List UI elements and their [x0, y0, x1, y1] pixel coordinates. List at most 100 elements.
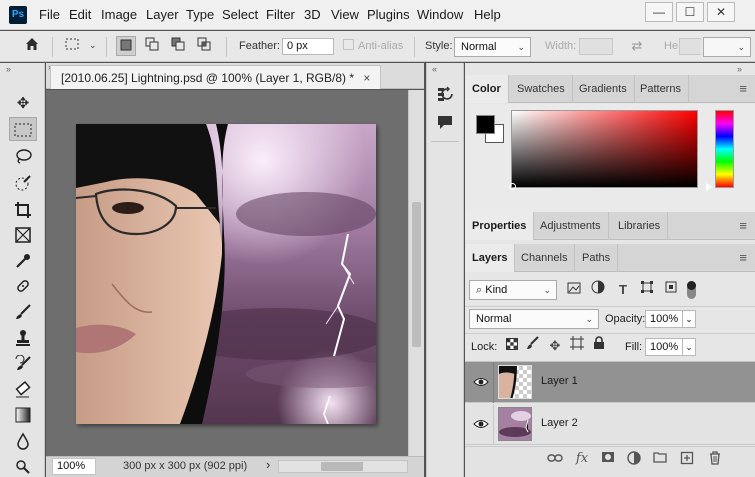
- scrollbar-thumb[interactable]: [412, 202, 421, 347]
- menu-file[interactable]: File: [39, 0, 60, 30]
- style-select[interactable]: Normal ⌄: [454, 37, 531, 57]
- tab-color[interactable]: Color: [465, 75, 509, 103]
- crop-tool-icon[interactable]: [9, 198, 37, 222]
- eraser-tool-icon[interactable]: [9, 378, 37, 402]
- layer-row[interactable]: Layer 1: [465, 362, 755, 403]
- blend-mode-select[interactable]: Normal ⌄: [469, 309, 599, 329]
- expand-panel-icon[interactable]: »: [6, 64, 11, 74]
- intersect-selection-button[interactable]: [194, 36, 214, 56]
- menu-window[interactable]: Window: [417, 0, 463, 30]
- history-panel-icon[interactable]: [435, 85, 455, 105]
- new-layer-icon[interactable]: [677, 451, 697, 468]
- adjustment-layer-filter-icon[interactable]: [588, 280, 608, 300]
- lock-image-pixels-icon[interactable]: [523, 336, 543, 356]
- chevron-down-icon[interactable]: ⌄: [89, 40, 97, 51]
- menu-edit[interactable]: Edit: [69, 0, 91, 30]
- move-tool-icon[interactable]: ✥: [9, 92, 37, 116]
- document-tab[interactable]: [2010.06.25] Lightning.psd @ 100% (Layer…: [50, 65, 382, 89]
- marquee-preset-icon[interactable]: [62, 36, 82, 56]
- delete-layer-trash-icon[interactable]: [705, 451, 725, 468]
- tab-libraries[interactable]: Libraries: [611, 212, 669, 240]
- hue-slider-handle[interactable]: [706, 183, 712, 191]
- tab-layers[interactable]: Layers: [465, 244, 516, 272]
- info-menu-arrow[interactable]: ›: [266, 457, 270, 472]
- blur-tool-icon[interactable]: [9, 429, 37, 453]
- chevron-down-icon[interactable]: ⌄: [682, 310, 696, 328]
- tab-patterns[interactable]: Patterns: [633, 75, 689, 103]
- menu-plugins[interactable]: Plugins: [367, 0, 410, 30]
- menu-select[interactable]: Select: [222, 0, 258, 30]
- lock-artboard-icon[interactable]: [567, 336, 587, 356]
- panel-menu-icon[interactable]: ≡: [739, 75, 747, 103]
- new-group-folder-icon[interactable]: [650, 451, 670, 466]
- healing-brush-tool-icon[interactable]: [9, 274, 37, 298]
- close-window-button[interactable]: ✕: [707, 2, 735, 22]
- add-selection-button[interactable]: [142, 36, 162, 56]
- lasso-tool-icon[interactable]: [9, 144, 37, 168]
- frame-tool-icon[interactable]: [9, 223, 37, 247]
- layer-thumbnail[interactable]: [498, 407, 532, 441]
- panel-menu-icon[interactable]: ≡: [739, 244, 747, 272]
- quick-selection-tool-icon[interactable]: [9, 171, 37, 195]
- menu-view[interactable]: View: [331, 0, 359, 30]
- color-field[interactable]: [509, 110, 698, 190]
- scrollbar-thumb[interactable]: [321, 462, 363, 471]
- eyedropper-tool-icon[interactable]: [9, 249, 37, 273]
- subtract-selection-button[interactable]: [168, 36, 188, 56]
- height-input[interactable]: [679, 38, 701, 55]
- layer-thumbnail[interactable]: [498, 365, 532, 399]
- feather-input[interactable]: 0 px: [282, 38, 334, 55]
- swap-width-height-icon[interactable]: ⇄: [627, 36, 647, 56]
- chevron-down-icon[interactable]: ⌄: [682, 338, 696, 356]
- shape-layer-filter-icon[interactable]: [637, 280, 657, 300]
- tab-adjustments[interactable]: Adjustments: [533, 212, 609, 240]
- close-tab-icon[interactable]: ×: [363, 71, 370, 85]
- menu-type[interactable]: Type: [186, 0, 214, 30]
- visibility-eye-icon[interactable]: [473, 418, 489, 433]
- comments-panel-icon[interactable]: [435, 113, 455, 133]
- menu-3d[interactable]: 3D: [304, 0, 321, 30]
- menu-image[interactable]: Image: [101, 0, 137, 30]
- zoom-input[interactable]: 100%: [52, 458, 96, 475]
- layer-row[interactable]: Layer 2: [465, 404, 755, 445]
- smart-object-filter-icon[interactable]: [661, 280, 681, 300]
- dodge-tool-icon[interactable]: [9, 455, 37, 477]
- select-and-mask-button[interactable]: ⌄: [703, 37, 751, 57]
- tab-paths[interactable]: Paths: [575, 244, 619, 272]
- foreground-color-swatch[interactable]: [476, 115, 495, 134]
- antialias-checkbox[interactable]: [343, 39, 354, 50]
- history-brush-tool-icon[interactable]: [9, 352, 37, 376]
- panel-menu-icon[interactable]: ≡: [739, 212, 747, 240]
- add-mask-icon[interactable]: [598, 451, 618, 466]
- minimize-button[interactable]: —: [645, 2, 673, 22]
- layer-style-fx-icon[interactable]: fx: [572, 451, 592, 466]
- visibility-eye-icon[interactable]: [473, 376, 489, 391]
- home-icon[interactable]: [22, 36, 42, 56]
- hue-slider[interactable]: [715, 110, 734, 188]
- fill-input[interactable]: 100%: [645, 338, 683, 356]
- tab-channels[interactable]: Channels: [514, 244, 576, 272]
- pixel-layer-filter-icon[interactable]: [564, 280, 584, 300]
- menu-filter[interactable]: Filter: [266, 0, 295, 30]
- layer-name[interactable]: Layer 2: [541, 417, 578, 429]
- new-selection-button[interactable]: [116, 36, 136, 56]
- lock-all-icon[interactable]: [589, 336, 609, 356]
- filter-toggle[interactable]: [687, 281, 696, 299]
- width-input[interactable]: [579, 38, 613, 55]
- clone-stamp-tool-icon[interactable]: [9, 326, 37, 350]
- layer-name[interactable]: Layer 1: [541, 375, 578, 387]
- gradient-tool-icon[interactable]: [9, 403, 37, 427]
- color-picker-handle[interactable]: [509, 183, 516, 190]
- horizontal-scrollbar[interactable]: [278, 460, 408, 473]
- restore-button[interactable]: ☐: [676, 2, 704, 22]
- tab-properties[interactable]: Properties: [465, 212, 535, 240]
- link-layers-icon[interactable]: [545, 451, 565, 466]
- tab-gradients[interactable]: Gradients: [572, 75, 635, 103]
- brush-tool-icon[interactable]: [9, 300, 37, 324]
- menu-layer[interactable]: Layer: [146, 0, 179, 30]
- menu-help[interactable]: Help: [474, 0, 501, 30]
- tab-swatches[interactable]: Swatches: [510, 75, 573, 103]
- new-adjustment-layer-icon[interactable]: [624, 451, 644, 468]
- lock-position-icon[interactable]: ✥: [545, 336, 565, 356]
- vertical-scrollbar[interactable]: [408, 90, 424, 456]
